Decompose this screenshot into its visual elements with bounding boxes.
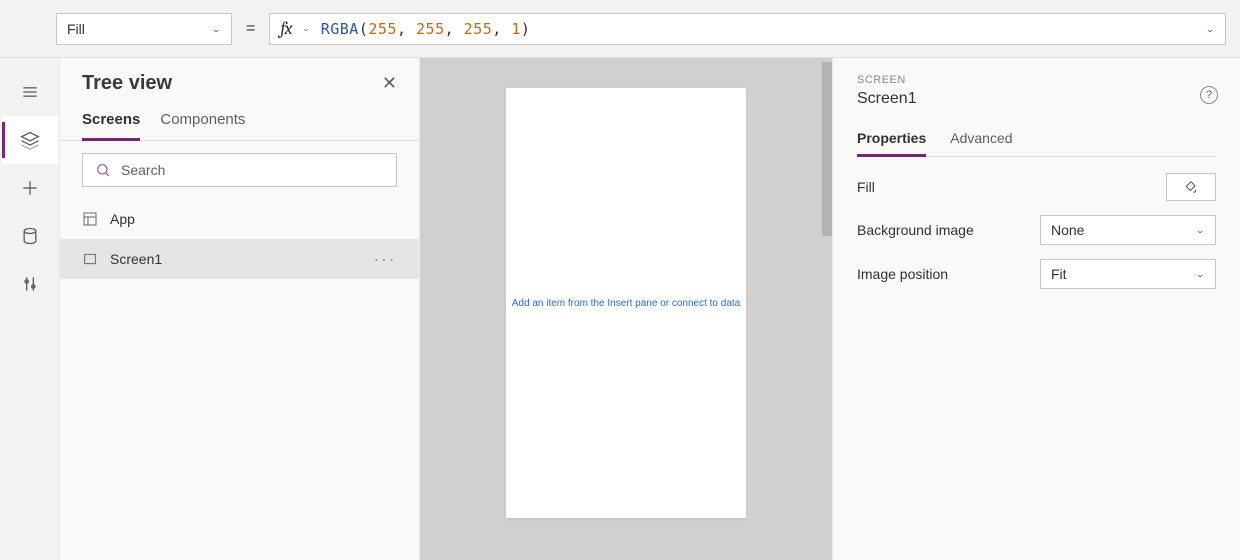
canvas-hint-text: Add an item from the Insert pane or conn… [512, 298, 740, 309]
prop-row-background-image: Background image None ⌄ [857, 215, 1216, 245]
breadcrumb: SCREEN [857, 74, 1216, 86]
app-icon [82, 211, 98, 227]
property-selector[interactable]: Fill ⌄ [56, 13, 232, 45]
prop-row-image-position: Image position Fit ⌄ [857, 259, 1216, 289]
prop-label: Image position [857, 266, 948, 282]
tab-properties[interactable]: Properties [857, 126, 926, 157]
close-icon[interactable]: ✕ [382, 73, 397, 94]
screen-icon [82, 251, 98, 267]
selected-object-name: Screen1 [857, 90, 1216, 108]
tree-item-screen1[interactable]: Screen1 ··· [60, 239, 419, 279]
tree-tabs: Screens Components [60, 105, 419, 141]
scrollbar[interactable] [822, 62, 832, 556]
insert-icon[interactable] [2, 164, 58, 212]
tree-item-label: Screen1 [110, 251, 162, 267]
select-value: Fit [1051, 266, 1067, 282]
properties-panel: SCREEN Screen1 ? Properties Advanced Fil… [832, 58, 1240, 560]
tab-components[interactable]: Components [160, 105, 245, 140]
search-icon [95, 162, 111, 178]
formula-input[interactable]: fx ⌄ RGBA(255, 255, 255, 1) ⌄ [269, 13, 1226, 45]
chevron-down-icon: ⌄ [1195, 269, 1205, 279]
tools-icon[interactable] [2, 260, 58, 308]
prop-label: Fill [857, 179, 875, 195]
help-icon[interactable]: ? [1200, 86, 1218, 104]
formula-text: RGBA(255, 255, 255, 1) [321, 20, 531, 38]
hamburger-menu-icon[interactable] [2, 68, 58, 116]
fill-color-button[interactable] [1166, 173, 1216, 201]
image-position-select[interactable]: Fit ⌄ [1040, 259, 1216, 289]
tree-list: App Screen1 ··· [60, 199, 419, 279]
formula-bar: Fill ⌄ = fx ⌄ RGBA(255, 255, 255, 1) ⌄ [0, 0, 1240, 58]
search-input[interactable]: Search [82, 153, 397, 187]
chevron-down-icon: ⌄ [1195, 225, 1205, 235]
phone-canvas[interactable]: Add an item from the Insert pane or conn… [506, 88, 746, 518]
prop-label: Background image [857, 222, 974, 238]
background-image-select[interactable]: None ⌄ [1040, 215, 1216, 245]
more-options-icon[interactable]: ··· [374, 251, 397, 267]
tree-view-title: Tree view [82, 72, 172, 95]
chevron-down-icon[interactable]: ⌄ [301, 24, 310, 33]
tree-view-panel: Tree view ✕ Screens Components Search Ap… [60, 58, 420, 560]
tree-item-app[interactable]: App [60, 199, 419, 239]
treeview-icon[interactable] [2, 116, 58, 164]
fx-icon: fx [280, 18, 291, 39]
search-placeholder: Search [121, 162, 165, 178]
property-selector-text: Fill [67, 21, 85, 37]
tab-advanced[interactable]: Advanced [950, 126, 1012, 156]
tree-item-label: App [110, 211, 135, 227]
main-layout: Tree view ✕ Screens Components Search Ap… [0, 58, 1240, 560]
left-rail [0, 58, 60, 560]
canvas-area[interactable]: Add an item from the Insert pane or conn… [420, 58, 832, 560]
props-tabs: Properties Advanced [857, 126, 1216, 157]
paint-bucket-icon [1184, 180, 1198, 194]
data-icon[interactable] [2, 212, 58, 260]
select-value: None [1051, 222, 1084, 238]
chevron-down-icon: ⌄ [211, 24, 221, 34]
chevron-down-icon[interactable]: ⌄ [1205, 24, 1215, 34]
equals-symbol: = [242, 20, 259, 38]
prop-row-fill: Fill [857, 173, 1216, 201]
tab-screens[interactable]: Screens [82, 105, 140, 141]
